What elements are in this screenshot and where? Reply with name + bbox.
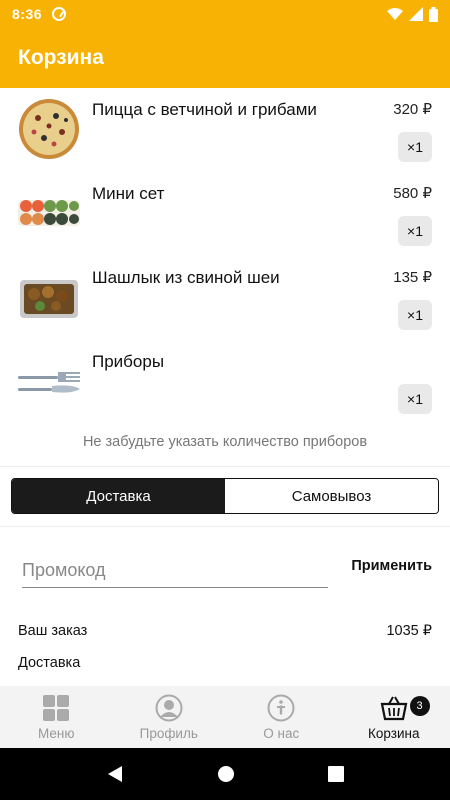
profile-icon [155, 694, 183, 721]
nav-label: Профиль [139, 725, 198, 741]
cart-item[interactable]: Мини сет 580 ₽ ×1 [0, 172, 450, 256]
info-icon [267, 694, 295, 721]
delivery-label: Доставка [18, 655, 81, 671]
menu-grid-icon [43, 694, 70, 721]
basket-icon [380, 696, 408, 720]
status-bar: 8:36 [0, 0, 450, 28]
item-name: Шашлык из свиной шеи [92, 268, 280, 287]
nav-cart[interactable]: Корзина 3 [338, 686, 450, 748]
cutlery-hint: Не забудьте указать количество приборов [82, 434, 368, 450]
item-price: 320 ₽ [393, 101, 432, 118]
app-bar: Корзина [0, 28, 450, 88]
promo-input[interactable]: Промокод [22, 560, 328, 588]
quantity-button[interactable]: ×1 [398, 300, 432, 330]
status-time: 8:36 [12, 6, 43, 22]
nav-label: Корзина [368, 725, 420, 741]
back-icon[interactable] [106, 765, 124, 783]
quantity-button[interactable]: ×1 [398, 132, 432, 162]
cart-item[interactable]: Пицца с ветчиной и грибами 320 ₽ ×1 [0, 88, 450, 172]
cart-list: Пицца с ветчиной и грибами 320 ₽ ×1 Мини… [0, 88, 450, 424]
item-price: 580 ₽ [393, 185, 432, 202]
nav-menu[interactable]: Меню [0, 686, 113, 748]
item-name: Мини сет [92, 184, 165, 203]
signal-icon [409, 7, 423, 21]
delivery-option[interactable]: Доставка [12, 479, 225, 513]
cutlery-image [18, 372, 80, 393]
nav-label: Меню [38, 725, 75, 741]
home-icon[interactable] [217, 765, 235, 783]
sushi-set-image [18, 200, 80, 226]
order-total-value: 1035 ₽ [386, 623, 432, 639]
item-name: Пицца с ветчиной и грибами [92, 100, 317, 119]
pickup-option[interactable]: Самовывоз [225, 479, 438, 513]
apply-promo-button[interactable]: Применить [351, 558, 432, 574]
bottom-nav: Меню Профиль О нас Корзина 3 [0, 686, 450, 748]
order-total-label: Ваш заказ [18, 623, 88, 639]
quantity-button[interactable]: ×1 [398, 384, 432, 414]
item-price: 135 ₽ [393, 269, 432, 286]
wifi-icon [387, 8, 403, 20]
battery-icon [429, 6, 438, 22]
nav-about[interactable]: О нас [225, 686, 338, 748]
sync-icon [52, 7, 67, 21]
divider [0, 526, 450, 527]
quantity-button[interactable]: ×1 [398, 216, 432, 246]
cart-item[interactable]: Приборы ×1 [0, 340, 450, 424]
system-nav-bar [0, 748, 450, 800]
cart-item[interactable]: Шашлык из свиной шеи 135 ₽ ×1 [0, 256, 450, 340]
cart-count-badge: 3 [409, 696, 430, 716]
delivery-toggle: Доставка Самовывоз [11, 478, 439, 514]
divider [0, 466, 450, 467]
nav-label: О нас [263, 725, 300, 741]
pizza-image [19, 99, 79, 159]
nav-profile[interactable]: Профиль [113, 686, 226, 748]
shashlik-image [20, 280, 78, 318]
recents-icon[interactable] [327, 766, 344, 782]
page-title: Корзина [18, 46, 104, 69]
status-icons [387, 6, 438, 22]
item-name: Приборы [92, 352, 165, 371]
